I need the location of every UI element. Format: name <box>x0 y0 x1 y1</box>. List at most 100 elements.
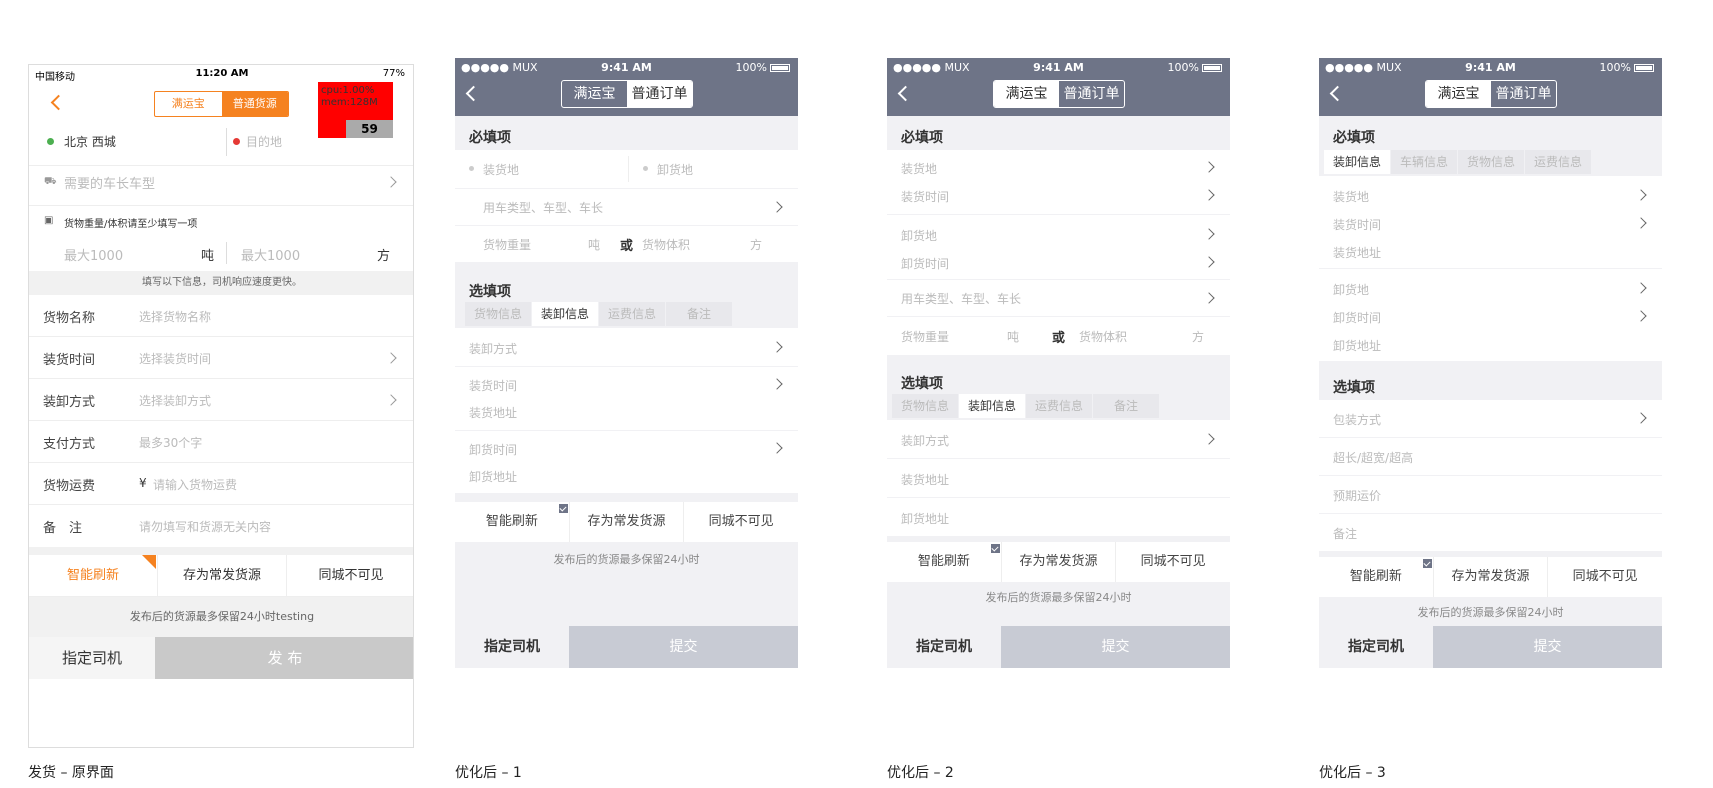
weight-input[interactable]: 货物重量 <box>483 236 531 253</box>
chevron-right-icon <box>1635 310 1647 322</box>
back-button[interactable] <box>897 85 914 102</box>
assign-driver-button[interactable]: 指定司机 <box>455 626 569 668</box>
battery: 100% <box>1600 61 1654 74</box>
back-button[interactable] <box>1329 85 1346 102</box>
tab-handling-info[interactable]: 装卸信息 <box>532 302 598 326</box>
tab-handling-info[interactable]: 装卸信息 <box>1324 150 1390 174</box>
tab-freight-info[interactable]: 运费信息 <box>599 302 665 326</box>
hide-same-city-toggle[interactable]: 同城不可见 <box>1548 557 1662 597</box>
weight-input[interactable]: 货物重量 <box>901 328 949 345</box>
tab-handling-info[interactable]: 装卸信息 <box>959 394 1025 418</box>
row-label: 货物名称 <box>43 311 96 326</box>
back-button[interactable] <box>50 94 67 111</box>
hide-same-city-toggle[interactable]: 同城不可见 <box>287 555 413 596</box>
volume-input[interactable]: 货物体积 <box>642 236 690 253</box>
unload-address-input[interactable]: 卸货地址 <box>469 468 517 485</box>
bottom-bar: 指定司机 提交 <box>1319 626 1662 668</box>
volume-input[interactable]: 货物体积 <box>1079 328 1127 345</box>
submit-button[interactable]: 提交 <box>1433 626 1662 668</box>
save-frequent-toggle[interactable]: 存为常发货源 <box>1002 542 1117 582</box>
tab-normal-order[interactable]: 普通订单 <box>1491 81 1556 107</box>
load-address-input[interactable]: 装货地址 <box>1333 244 1381 261</box>
tab-manyunbao[interactable]: 满运宝 <box>562 81 627 107</box>
destination-input[interactable]: 目的地 <box>246 133 282 150</box>
screen-optimized-3: ●●●●● MUX 9:41 AM 100% 满运宝 普通订单 必填项 装卸信息… <box>1319 58 1662 668</box>
back-button[interactable] <box>465 85 482 102</box>
tab-remark[interactable]: 备注 <box>666 302 732 326</box>
publish-button[interactable]: 发 布 <box>155 637 413 679</box>
vehicle-input[interactable]: 需要的车长车型 <box>64 173 155 192</box>
tab-manyunbao[interactable]: 满运宝 <box>1426 81 1491 107</box>
origin-text[interactable]: 北京 西城 <box>64 133 116 150</box>
assign-driver-button[interactable]: 指定司机 <box>1319 626 1433 668</box>
tab-freight-info[interactable]: 运费信息 <box>1525 150 1591 174</box>
save-frequent-toggle[interactable]: 存为常发货源 <box>1434 557 1549 597</box>
unload-time-input[interactable]: 卸货时间 <box>469 441 517 458</box>
load-place-input[interactable]: 装货地 <box>1333 188 1369 205</box>
load-time-input[interactable]: 装货时间 <box>469 377 517 394</box>
row-load-time[interactable]: 装货时间 选择装货时间 <box>29 337 413 379</box>
chevron-right-icon <box>771 341 783 353</box>
tab-cargo-info[interactable]: 货物信息 <box>892 394 958 418</box>
remark-row[interactable]: 备注 <box>1319 514 1662 551</box>
row-cargo-name[interactable]: 货物名称 选择货物名称 <box>29 295 413 337</box>
tab-freight-info[interactable]: 运费信息 <box>1026 394 1092 418</box>
smart-refresh-toggle[interactable]: 智能刷新 <box>887 542 1002 582</box>
smart-refresh-toggle[interactable]: 智能刷新 <box>29 555 158 596</box>
smart-refresh-toggle[interactable]: 智能刷新 <box>455 502 570 542</box>
hide-same-city-toggle[interactable]: 同城不可见 <box>684 502 798 542</box>
row-payment[interactable]: 支付方式 最多30个字 <box>29 421 413 463</box>
vehicle-row[interactable]: 用车类型、车型、车长 <box>887 280 1230 316</box>
bottom-bar: 指定司机 提交 <box>455 626 798 668</box>
tab-vehicle-info[interactable]: 车辆信息 <box>1391 150 1457 174</box>
hide-same-city-toggle[interactable]: 同城不可见 <box>1116 542 1230 582</box>
price-row[interactable]: 预期运价 <box>1319 476 1662 513</box>
load-place-input[interactable]: 装货地 <box>483 161 519 178</box>
volume-input[interactable]: 最大1000 <box>241 245 300 264</box>
tab-normal-order[interactable]: 普通订单 <box>1059 81 1124 107</box>
load-time-input[interactable]: 装货时间 <box>901 188 949 205</box>
tab-manyunbao[interactable]: 满运宝 <box>155 92 222 116</box>
unload-time-input[interactable]: 卸货时间 <box>901 255 949 272</box>
save-frequent-toggle[interactable]: 存为常发货源 <box>158 555 287 596</box>
oversize-row[interactable]: 超长/超宽/超高 <box>1319 438 1662 475</box>
handling-row[interactable]: 装卸方式 <box>887 420 1230 458</box>
load-time-input[interactable]: 装货时间 <box>1333 216 1381 233</box>
section-optional: 选填项 <box>901 376 943 392</box>
tab-cargo-info[interactable]: 货物信息 <box>1458 150 1524 174</box>
load-address-row[interactable]: 装货地址 <box>887 459 1230 497</box>
chevron-right-icon <box>1203 189 1215 201</box>
unload-address-row[interactable]: 卸货地址 <box>887 498 1230 536</box>
assign-driver-button[interactable]: 指定司机 <box>887 626 1001 668</box>
handling-row[interactable]: 装卸方式 <box>455 328 798 366</box>
packing-input: 包装方式 <box>1333 413 1382 427</box>
assign-driver-button[interactable]: 指定司机 <box>29 637 155 679</box>
weight-input[interactable]: 最大1000 <box>64 245 123 264</box>
vehicle-row[interactable]: 用车类型、车型、车长 <box>455 189 798 225</box>
unload-address-input[interactable]: 卸货地址 <box>1333 337 1381 354</box>
smart-refresh-toggle[interactable]: 智能刷新 <box>1319 557 1434 597</box>
tab-remark[interactable]: 备注 <box>1093 394 1159 418</box>
checked-icon <box>559 504 568 513</box>
unload-place-input[interactable]: 卸货地 <box>1333 281 1369 298</box>
tab-normal-source[interactable]: 普通货源 <box>221 92 288 116</box>
load-place-input[interactable]: 装货地 <box>901 160 937 177</box>
battery-label: 77% <box>382 68 405 79</box>
unload-place-input[interactable]: 卸货地 <box>901 227 937 244</box>
row-remark[interactable]: 备 注 请勿填写和货源无关内容 <box>29 505 413 547</box>
submit-button[interactable]: 提交 <box>1001 626 1230 668</box>
tab-manyunbao[interactable]: 满运宝 <box>994 81 1059 107</box>
load-address-input[interactable]: 装货地址 <box>469 404 517 421</box>
submit-button[interactable]: 提交 <box>569 626 798 668</box>
tab-normal-order[interactable]: 普通订单 <box>627 81 692 107</box>
weight-row: 货物重量 吨 或 货物体积 方 <box>887 317 1230 355</box>
load-address-input: 装货地址 <box>901 473 950 487</box>
row-handling[interactable]: 装卸方式 选择装卸方式 <box>29 379 413 421</box>
save-frequent-toggle[interactable]: 存为常发货源 <box>570 502 685 542</box>
tab-cargo-info[interactable]: 货物信息 <box>465 302 531 326</box>
unload-time-input[interactable]: 卸货时间 <box>1333 309 1381 326</box>
packing-row[interactable]: 包装方式 <box>1319 400 1662 437</box>
unload-place-input[interactable]: 卸货地 <box>657 161 693 178</box>
source-toggle: 满运宝 普通货源 <box>154 91 289 117</box>
row-freight[interactable]: 货物运费 ¥ 请输入货物运费 <box>29 463 413 505</box>
